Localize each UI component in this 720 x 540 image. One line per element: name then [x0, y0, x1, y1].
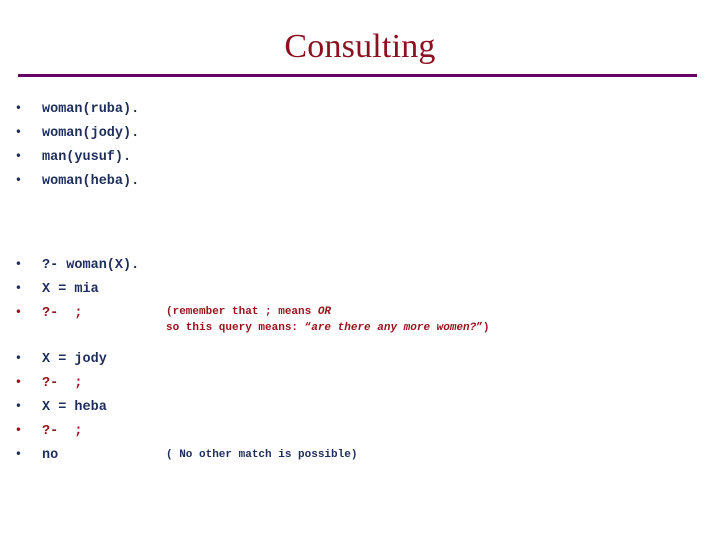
bullet-icon: •: [14, 101, 22, 115]
list-item: • ?- ;: [0, 370, 720, 394]
query-list: • ?- woman(X). • X = mia • ?- ; (remembe…: [0, 252, 720, 334]
list-item: • man(yusuf).: [0, 144, 720, 168]
bullet-icon: •: [14, 447, 22, 461]
slide-root: { "slide": { "title": "Consulting", "col…: [0, 0, 720, 540]
bullet-icon: •: [14, 351, 22, 365]
query-line: X = mia: [42, 282, 99, 297]
bullet-icon: •: [14, 399, 22, 413]
fact-list: • woman(ruba). • woman(jody). • man(yusu…: [0, 96, 720, 192]
bullet-icon: •: [14, 375, 22, 389]
result-line: ?- ;: [42, 376, 83, 391]
fact-line: woman(heba).: [42, 174, 140, 189]
page-title: Consulting: [284, 28, 436, 65]
bullet-icon: •: [14, 257, 22, 271]
list-item: • ?- woman(X).: [0, 252, 720, 276]
list-item: • X = heba: [0, 394, 720, 418]
list-item: • woman(ruba).: [0, 96, 720, 120]
bullet-icon: •: [14, 149, 22, 163]
bullet-icon: •: [14, 173, 22, 187]
annotation-line-2: so this query means: “are there any more…: [166, 322, 490, 334]
bullet-icon: •: [14, 281, 22, 295]
result-annotation: ( No other match is possible): [166, 449, 358, 461]
query-line: ?- woman(X).: [42, 258, 140, 273]
slide-body: • woman(ruba). • woman(jody). • man(yusu…: [0, 88, 720, 466]
title-divider: [18, 74, 697, 77]
fact-line: woman(ruba).: [42, 102, 140, 117]
bullet-icon: •: [14, 125, 22, 139]
list-item: • woman(heba).: [0, 168, 720, 192]
list-item: • woman(jody).: [0, 120, 720, 144]
annotation-line-1: (remember that ; means OR: [166, 306, 332, 318]
result-line: ?- ;: [42, 424, 83, 439]
bullet-icon: •: [14, 305, 22, 319]
list-item: • no ( No other match is possible): [0, 442, 720, 466]
query-line: ?- ;: [42, 306, 83, 321]
result-line: X = jody: [42, 352, 107, 367]
fact-line: woman(jody).: [42, 126, 140, 141]
list-item: • X = jody: [0, 346, 720, 370]
list-item: • ?- ; (remember that ; means OR so this…: [0, 300, 720, 334]
query-annotation: (remember that ; means OR so this query …: [166, 304, 489, 336]
result-line: X = heba: [42, 400, 107, 415]
results-list: • X = jody • ?- ; • X = heba • ?- ; • no…: [0, 346, 720, 466]
result-line: no: [42, 448, 59, 463]
list-item: • ?- ;: [0, 418, 720, 442]
bullet-icon: •: [14, 423, 22, 437]
list-item: • X = mia: [0, 276, 720, 300]
fact-line: man(yusuf).: [42, 150, 132, 165]
